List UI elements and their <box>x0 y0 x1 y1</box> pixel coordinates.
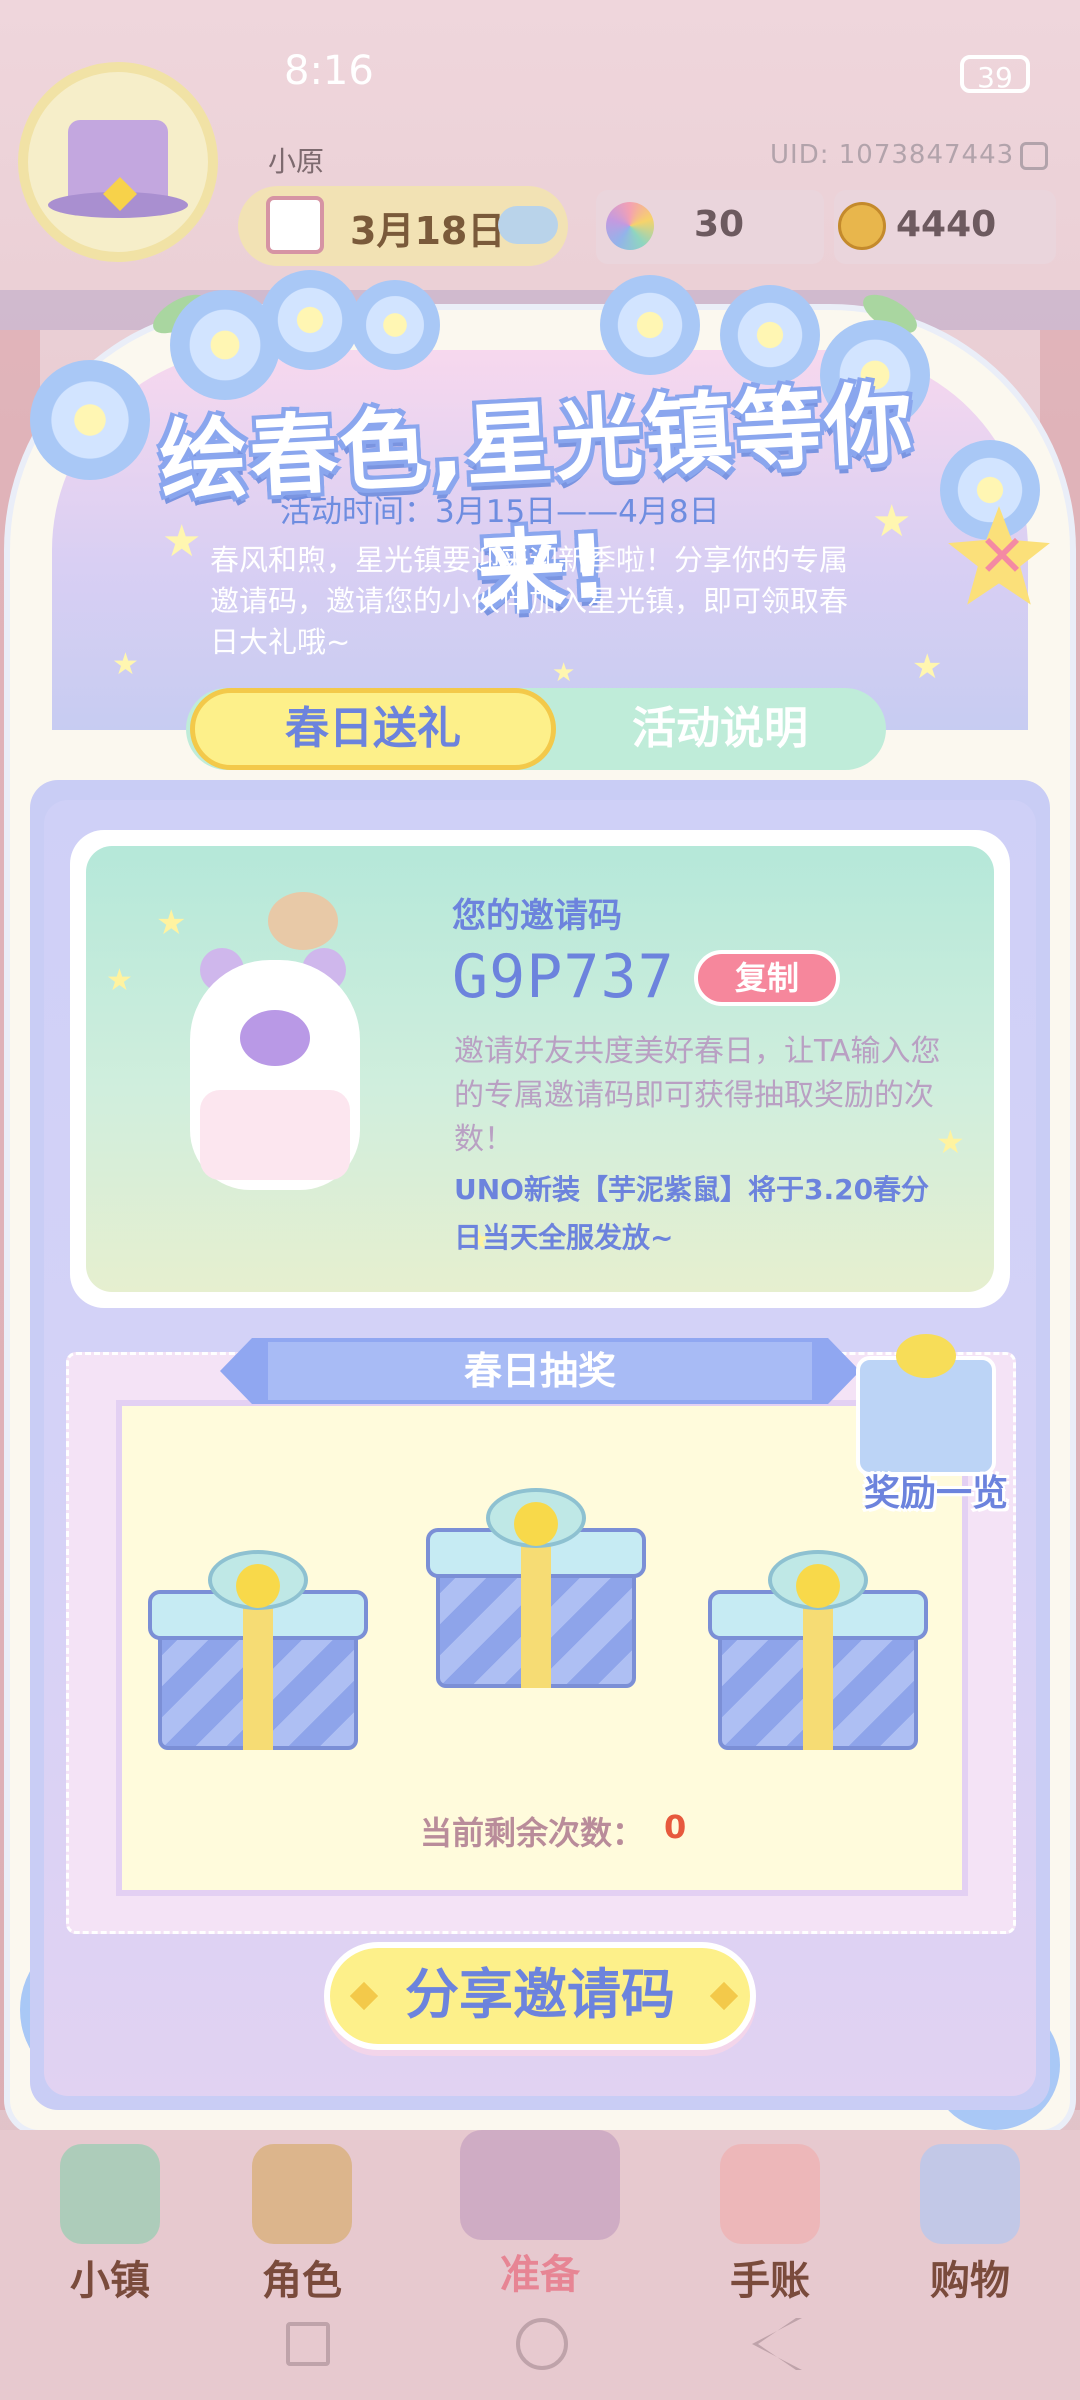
tab-spring-gift[interactable]: 春日送礼 <box>190 688 556 770</box>
flower-knot-icon <box>236 1564 280 1608</box>
shopping-bag-icon[interactable] <box>920 2144 1020 2244</box>
nav-character[interactable]: 角色 <box>222 2248 382 2306</box>
star-decoration: ★ <box>552 658 576 688</box>
copy-uid-icon[interactable] <box>1020 142 1048 170</box>
gift-box-3[interactable] <box>708 1550 928 1750</box>
avatar[interactable] <box>18 62 218 262</box>
copy-button[interactable]: 复制 <box>694 950 840 1006</box>
star-decoration: ★ <box>912 647 943 687</box>
tab-event-rules[interactable]: 活动说明 <box>560 688 880 770</box>
game-bottom-nav: 小镇 角色 准备 手账 购物 <box>0 2130 1080 2320</box>
coin-icon <box>838 202 886 250</box>
gift-box-2[interactable] <box>426 1488 646 1688</box>
star-decoration: ★ <box>106 963 133 998</box>
event-time: 活动时间：3月15日——4月8日 <box>280 494 720 530</box>
user-id: UID: 1073847443 <box>770 140 1015 170</box>
share-invite-code-label[interactable]: 分享邀请码 <box>324 1942 756 2050</box>
nav-shopping[interactable]: 购物 <box>890 2248 1050 2306</box>
cloud-weather-icon <box>498 206 558 244</box>
invite-note: UNO新装【芋泥紫鼠】将于3.20春分日当天全服发放~ <box>454 1173 930 1254</box>
gift-box-ribbon <box>243 1590 273 1750</box>
hamster-shirt <box>200 1090 350 1180</box>
close-icon[interactable]: ✕ <box>974 520 1030 592</box>
date-text: 3月18日 <box>350 209 506 253</box>
star-decoration: ★ <box>156 903 187 943</box>
star-decoration: ★ <box>112 647 139 682</box>
flower-decoration <box>350 280 440 370</box>
journal-icon[interactable] <box>720 2144 820 2244</box>
username: 小原 <box>268 145 325 178</box>
flower-knot-icon <box>796 1564 840 1608</box>
coin-count: 4440 <box>896 204 997 245</box>
flower-knot-icon <box>514 1502 558 1546</box>
flower-decoration <box>600 275 700 375</box>
bear-badge-icon <box>268 892 338 950</box>
invite-code-label: 您的邀请码 <box>452 896 622 936</box>
nav-prepare[interactable]: 准备 <box>460 2242 620 2300</box>
nav-journal[interactable]: 手账 <box>690 2248 850 2306</box>
nav-town[interactable]: 小镇 <box>30 2248 190 2306</box>
character-icon[interactable] <box>252 2144 352 2244</box>
gem-count: 30 <box>694 204 745 245</box>
gift-box-ribbon <box>521 1528 551 1688</box>
status-time: 8:16 <box>284 48 374 94</box>
invite-code-value: G9P737 <box>452 942 675 1012</box>
prepare-icon[interactable] <box>460 2130 620 2240</box>
remaining-count-value: 0 <box>664 1808 687 1846</box>
calendar-icon <box>266 196 324 254</box>
lottery-title: 春日抽奖 <box>463 1349 616 1393</box>
battery-icon: 39 <box>960 55 1030 94</box>
flower-decoration <box>260 270 360 370</box>
home-icon[interactable] <box>516 2318 568 2370</box>
invite-description: 邀请好友共度美好春日，让TA输入您的专属邀请码即可获得抽取奖励的次数！ <box>454 1034 941 1157</box>
event-description: 春风和煦，星光镇要迎来迎新季啦！分享你的专属邀请码，邀请您的小伙伴加入星光镇，即… <box>210 543 849 659</box>
recent-apps-icon[interactable] <box>286 2322 330 2366</box>
gift-box-ribbon <box>803 1590 833 1750</box>
gift-box-1[interactable] <box>148 1550 368 1750</box>
map-icon[interactable] <box>60 2144 160 2244</box>
remaining-count-label: 当前剩余次数： <box>420 1814 645 1852</box>
hamster-mouth <box>240 1010 310 1066</box>
rainbow-flower-icon <box>606 202 654 250</box>
gift-bow-icon <box>896 1334 956 1378</box>
reward-list-button[interactable]: 奖励一览 <box>846 1464 1026 1516</box>
